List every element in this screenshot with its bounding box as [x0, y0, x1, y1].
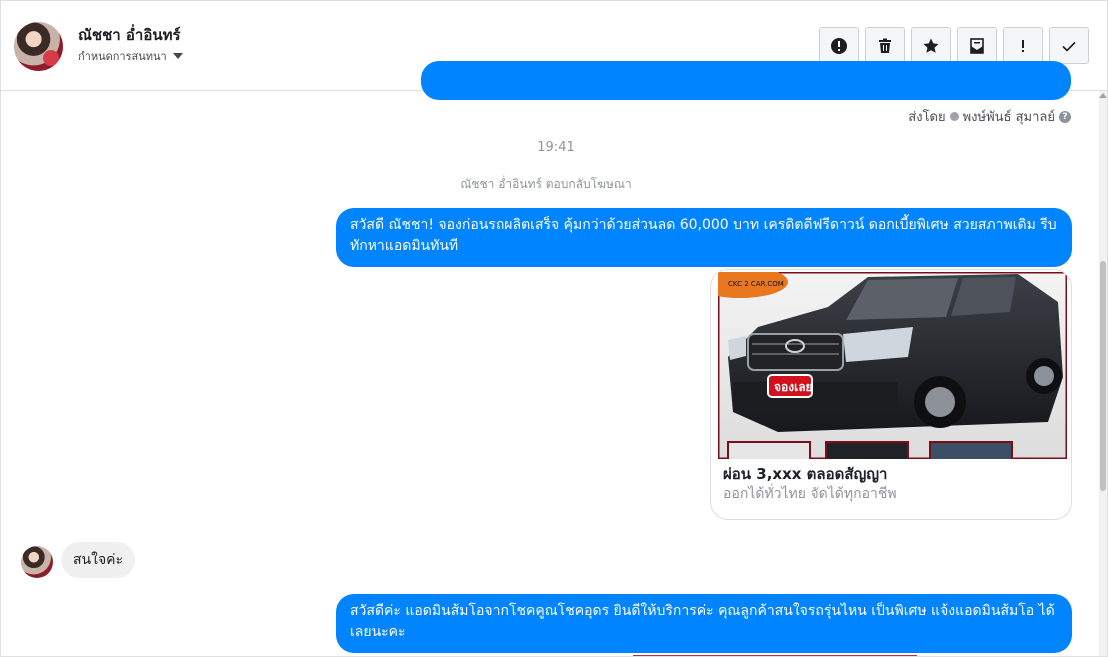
mark-unread-icon [970, 37, 984, 54]
mark-unread-button[interactable] [957, 27, 997, 64]
done-check-icon [1062, 41, 1076, 52]
ad-logo-text: CKC 2 CAR.COM [728, 280, 784, 288]
caret-down-icon [172, 53, 183, 59]
conversation-options-dropdown[interactable]: กำหนดการสนทนา [78, 47, 183, 65]
agent-status-icon [949, 112, 959, 121]
sent-by-line: ส่งโดย พงษ์พันธ์ สุมาลย์ ? [908, 106, 1071, 127]
scroll-up-arrow-icon[interactable] [1099, 93, 1107, 98]
important-button[interactable] [1003, 27, 1043, 64]
messenger-window: ณัชชา อ่ำอินทร์ กำหนดการสนทนา ส่งโดย พงษ… [0, 0, 1108, 657]
report-spam-button[interactable] [819, 27, 859, 64]
ad-card-description: ออกได้ทั่วไทย จัดได้ทุกอาชีพ [723, 486, 897, 502]
contact-avatar[interactable] [14, 22, 63, 71]
contact-name[interactable]: ณัชชา อ่ำอินทร์ [78, 23, 181, 47]
star-icon [923, 38, 939, 53]
contact-avatar-small[interactable] [21, 546, 53, 578]
help-icon[interactable]: ? [1059, 110, 1071, 123]
outgoing-message: สวัสดี ณัชชา! จองก่อนรถผลิตเสร็จ คุ้มกว่… [336, 208, 1072, 267]
incoming-message: สนใจค่ะ [61, 542, 136, 578]
delete-button[interactable] [865, 27, 905, 64]
important-icon [1022, 39, 1024, 52]
mark-done-button[interactable] [1049, 27, 1089, 64]
outgoing-message: สวัสดีค่ะ แอดมินส้มโอจากโชคคูณโชคอุดร ยิ… [336, 594, 1072, 653]
message-timestamp: 19:41 [537, 140, 575, 155]
ad-image: CKC 2 CAR.COM จองเลย [718, 272, 1067, 459]
ad-image-badge: จองเลย [774, 380, 813, 394]
scrollbar-thumb[interactable] [1100, 261, 1106, 491]
sent-by-name[interactable]: พงษ์พันธ์ สุมาลย์ [963, 106, 1055, 127]
previous-message-bubble [421, 61, 1071, 100]
replied-to-ad-notice: ณัชชา อ่ำอินทร์ ตอบกลับโฆษณา [460, 177, 632, 191]
conversation-options-label: กำหนดการสนทนา [78, 50, 167, 63]
message-scrollbar[interactable] [1099, 91, 1107, 656]
trash-icon [879, 38, 891, 53]
sent-by-prefix: ส่งโดย [908, 110, 946, 125]
conversation-toolbar [819, 27, 1089, 64]
star-button[interactable] [911, 27, 951, 64]
report-icon [831, 37, 847, 54]
ad-card[interactable]: CKC 2 CAR.COM จองเลย ผ่อน 3,xxx ตลอดสัญญ… [710, 269, 1072, 520]
